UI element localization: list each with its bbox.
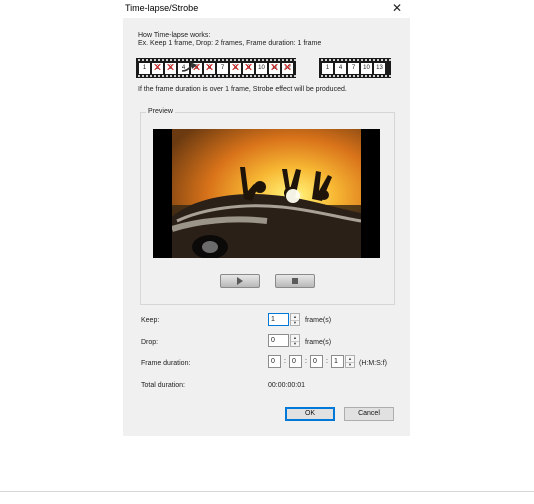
- duration-frames-input[interactable]: 1: [331, 355, 344, 368]
- drop-label: Drop:: [141, 339, 159, 346]
- film-sprockets: [319, 59, 391, 61]
- stop-button[interactable]: [275, 274, 315, 288]
- kept-frame: 10: [256, 62, 267, 74]
- dropped-frame: 8: [230, 62, 241, 74]
- title-bar: Time-lapse/Strobe ✕: [123, 0, 410, 18]
- keep-input[interactable]: 1: [268, 313, 289, 326]
- spin-down-icon[interactable]: ▼: [291, 340, 299, 346]
- result-frame: 7: [348, 62, 359, 74]
- result-frame: 10: [361, 62, 372, 74]
- cancel-button[interactable]: Cancel: [344, 407, 394, 421]
- duration-label: Frame duration:: [141, 360, 191, 367]
- preview-label: Preview: [146, 108, 175, 115]
- dropped-frame: 12: [282, 62, 293, 74]
- result-frame: 4: [335, 62, 346, 74]
- total-label: Total duration:: [141, 382, 185, 389]
- preview-video: [153, 129, 380, 258]
- duration-hours-input[interactable]: 0: [268, 355, 281, 368]
- drop-unit: frame(s): [305, 339, 332, 346]
- ok-button[interactable]: OK: [285, 407, 335, 421]
- duration-separator: :: [284, 358, 286, 365]
- kept-frame: 7: [217, 62, 228, 74]
- dropped-frame: 9: [243, 62, 254, 74]
- preview-image: [172, 129, 361, 258]
- dropped-frame: 2: [152, 62, 163, 74]
- duration-separator: :: [305, 358, 307, 365]
- dropped-frame: 11: [269, 62, 280, 74]
- total-value: 00:00:00:01: [268, 382, 305, 389]
- dropped-frame: 6: [204, 62, 215, 74]
- duration-separator: :: [326, 358, 328, 365]
- result-filmstrip: 1 4 7 10 13: [319, 58, 391, 78]
- window-bottom-strip: [0, 492, 534, 504]
- duration-minutes-input[interactable]: 0: [289, 355, 302, 368]
- keep-label: Keep:: [141, 317, 160, 324]
- result-frame: 13: [374, 62, 385, 74]
- intro-line-2: Ex. Keep 1 frame, Drop: 2 frames, Frame …: [138, 40, 322, 47]
- close-icon[interactable]: ✕: [384, 0, 410, 18]
- duration-format: (H:M:S:f): [359, 360, 387, 367]
- keep-spinner[interactable]: ▲ ▼: [290, 313, 300, 326]
- spin-down-icon[interactable]: ▼: [346, 361, 354, 367]
- duration-seconds-input[interactable]: 0: [310, 355, 323, 368]
- intro-line-1: How Time-lapse works:: [138, 32, 211, 39]
- arrow-right-icon: [181, 62, 197, 72]
- dropped-frame: 3: [165, 62, 176, 74]
- keep-unit: frame(s): [305, 317, 332, 324]
- play-button[interactable]: [220, 274, 260, 288]
- spin-down-icon[interactable]: ▼: [291, 319, 299, 325]
- drop-input[interactable]: 0: [268, 334, 289, 347]
- play-icon: [237, 277, 243, 285]
- film-sprockets: [136, 75, 296, 77]
- source-filmstrip: 123456789101112: [136, 58, 296, 78]
- drop-spinner[interactable]: ▲ ▼: [290, 334, 300, 347]
- dialog-title: Time-lapse/Strobe: [125, 3, 199, 13]
- kept-frame: 1: [139, 62, 150, 74]
- stop-icon: [292, 278, 298, 284]
- film-sprockets: [319, 75, 391, 77]
- strobe-note: If the frame duration is over 1 frame, S…: [138, 86, 347, 93]
- result-frame: 1: [322, 62, 333, 74]
- duration-spinner[interactable]: ▲ ▼: [345, 355, 355, 368]
